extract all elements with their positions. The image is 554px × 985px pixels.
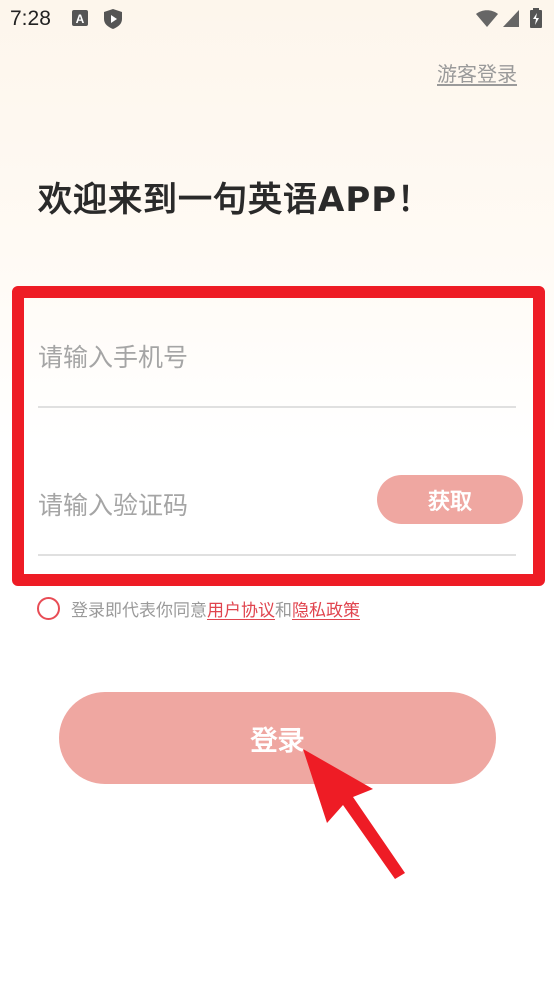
agreement-radio[interactable]	[37, 597, 60, 620]
battery-icon	[530, 8, 542, 32]
guest-login-link[interactable]: 游客登录	[437, 58, 517, 87]
highlight-annotation-box	[12, 286, 545, 586]
status-time: 7:28	[10, 7, 51, 30]
user-agreement-link[interactable]: 用户协议	[207, 596, 275, 621]
status-bar: 7:28 A	[0, 0, 554, 40]
agreement-row: 登录即代表你同意 用户协议 和 隐私政策	[37, 596, 360, 621]
privacy-policy-link[interactable]: 隐私政策	[292, 596, 360, 621]
agreement-prefix: 登录即代表你同意	[71, 601, 207, 621]
arrow-pointer-icon	[295, 745, 410, 884]
a-icon: A	[72, 9, 88, 31]
signal-icon	[503, 10, 519, 31]
wifi-icon	[476, 10, 498, 31]
agreement-conjunction: 和	[275, 601, 292, 621]
shield-play-icon	[104, 9, 122, 33]
svg-text:A: A	[76, 12, 85, 26]
welcome-title: 欢迎来到一句英语APP！	[38, 180, 433, 220]
login-button[interactable]: 登录	[59, 692, 496, 784]
